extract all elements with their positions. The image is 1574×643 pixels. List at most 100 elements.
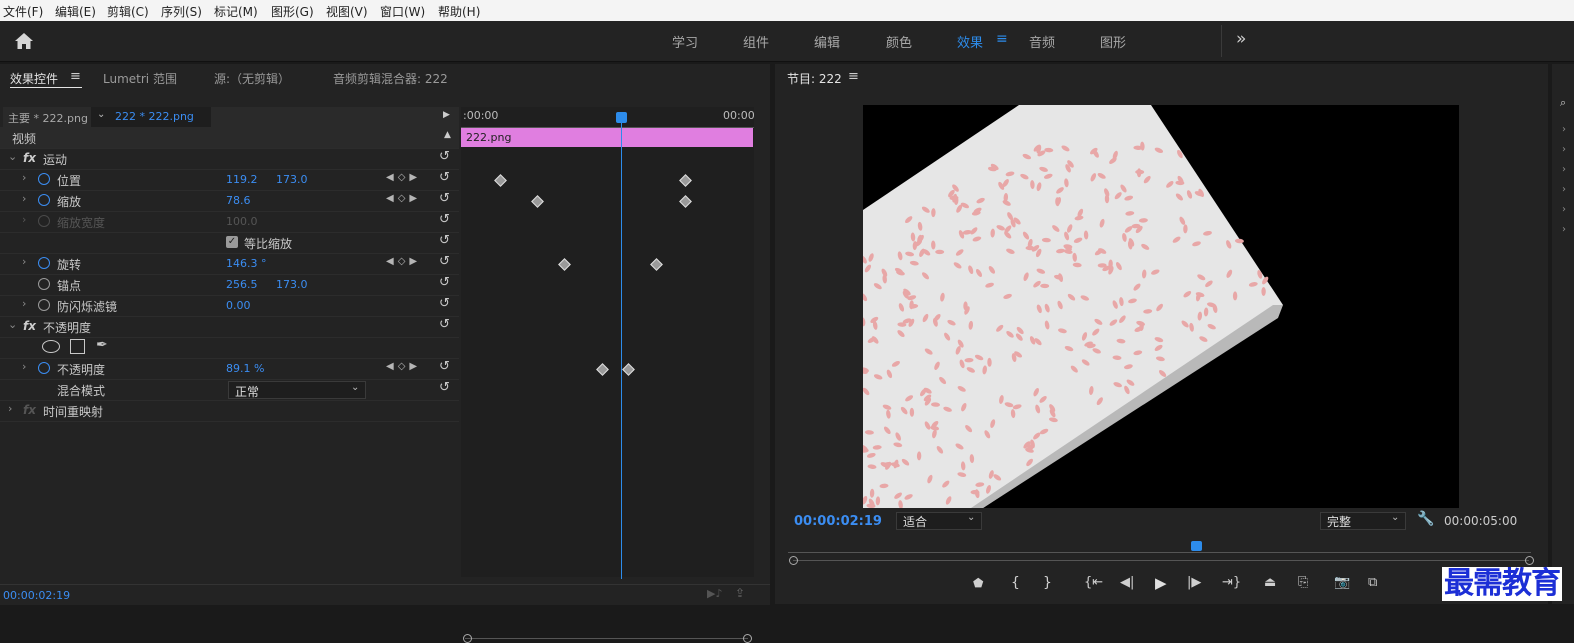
menu-file[interactable]: 文件(F) xyxy=(3,3,43,20)
workspace-audio[interactable]: 音频 xyxy=(1029,32,1055,51)
keyframe-diamond[interactable] xyxy=(494,174,507,187)
zoom-handle-left[interactable] xyxy=(789,556,798,565)
reset-icon[interactable]: ↺ xyxy=(439,275,450,290)
lift-icon[interactable]: ⏏ xyxy=(1264,575,1276,590)
tab-source[interactable]: 源:（无剪辑） xyxy=(214,70,290,87)
antiflicker-value[interactable]: 0.00 xyxy=(226,299,251,312)
quality-select[interactable]: 完整 ⌄ xyxy=(1320,512,1406,530)
program-playhead[interactable] xyxy=(1191,541,1202,551)
workspace-assembly[interactable]: 组件 xyxy=(743,32,769,51)
video-preview[interactable] xyxy=(863,105,1459,508)
panel-menu-icon[interactable]: ≡ xyxy=(70,69,81,84)
chevron-down-icon[interactable]: ⌄ xyxy=(8,318,17,331)
chevron-right-icon[interactable]: › xyxy=(1562,164,1566,175)
scroll-handle-right[interactable] xyxy=(743,634,752,643)
clip-selector[interactable]: ⌄ 222 * 222.png xyxy=(91,107,211,127)
zoom-bar[interactable] xyxy=(793,560,1529,561)
blend-mode-select[interactable]: 正常 ⌄ xyxy=(228,381,366,399)
menu-graphics[interactable]: 图形(G) xyxy=(271,3,314,20)
keyframe-diamond[interactable] xyxy=(650,258,663,271)
rotation-value[interactable]: 146.3 ° xyxy=(226,257,267,270)
pen-mask-icon[interactable]: ✒ xyxy=(96,337,108,353)
step-back-icon[interactable]: ◀| xyxy=(1120,575,1134,590)
go-to-in-icon[interactable]: {⇤ xyxy=(1084,575,1103,590)
position-y-value[interactable]: 173.0 xyxy=(276,173,308,186)
chevron-right-icon[interactable]: › xyxy=(8,402,12,415)
workspace-learn[interactable]: 学习 xyxy=(672,32,698,51)
keyframe-navigator[interactable]: ◀◇▶ xyxy=(386,172,421,183)
comparison-view-icon[interactable]: ⧉ xyxy=(1368,575,1377,590)
home-icon[interactable] xyxy=(14,32,34,50)
anchor-x-value[interactable]: 256.5 xyxy=(226,278,258,291)
collapse-up-icon[interactable]: ▲ xyxy=(444,130,451,140)
overflow-chevron-icon[interactable]: » xyxy=(1236,29,1246,49)
chevron-right-icon[interactable]: › xyxy=(1562,224,1566,235)
chevron-right-icon[interactable]: › xyxy=(22,255,26,268)
reset-icon[interactable]: ↺ xyxy=(439,170,450,185)
motion-effect-row[interactable]: ⌄ fx 运动 ↺ xyxy=(0,148,459,170)
menu-edit[interactable]: 编辑(E) xyxy=(55,3,96,20)
fx-icon[interactable]: fx xyxy=(23,151,36,165)
menu-clip[interactable]: 剪辑(C) xyxy=(107,3,149,20)
panel-menu-icon[interactable]: ≡ xyxy=(848,69,859,84)
ellipse-mask-icon[interactable] xyxy=(42,340,60,353)
chevron-right-icon[interactable]: › xyxy=(22,297,26,310)
scroll-handle-left[interactable] xyxy=(463,634,472,643)
menu-window[interactable]: 窗口(W) xyxy=(380,3,425,20)
chevron-right-icon[interactable]: › xyxy=(22,360,26,373)
stopwatch-icon[interactable] xyxy=(38,194,50,206)
position-x-value[interactable]: 119.2 xyxy=(226,173,258,186)
keyframe-diamond[interactable] xyxy=(679,174,692,187)
keyframe-diamond[interactable] xyxy=(558,258,571,271)
reset-icon[interactable]: ↺ xyxy=(439,380,450,395)
uniform-scale-checkbox[interactable]: ✓ xyxy=(226,236,238,248)
menu-sequence[interactable]: 序列(S) xyxy=(161,3,202,20)
menu-view[interactable]: 视图(V) xyxy=(326,3,368,20)
play-only-clip-icon[interactable]: ▶ xyxy=(443,110,450,120)
wrench-icon[interactable]: 🔧 xyxy=(1417,511,1434,527)
reset-icon[interactable]: ↺ xyxy=(439,317,450,332)
scale-value[interactable]: 78.6 xyxy=(226,194,251,207)
reset-icon[interactable]: ↺ xyxy=(439,233,450,248)
step-forward-icon[interactable]: |▶ xyxy=(1187,575,1201,590)
mark-out-icon[interactable]: } xyxy=(1043,575,1052,591)
time-remap-row[interactable]: › fx 时间重映射 xyxy=(0,400,459,422)
workspace-effects[interactable]: 效果 xyxy=(957,32,983,51)
chevron-right-icon[interactable]: › xyxy=(1562,204,1566,215)
reset-icon[interactable]: ↺ xyxy=(439,149,450,164)
zoom-handle-right[interactable] xyxy=(1525,556,1534,565)
opacity-effect-row[interactable]: ⌄ fx 不透明度 ↺ xyxy=(0,316,459,338)
stopwatch-icon[interactable] xyxy=(38,257,50,269)
program-timecode[interactable]: 00:00:02:19 xyxy=(794,514,882,529)
keyframe-diamond[interactable] xyxy=(622,363,635,376)
workspace-graphics[interactable]: 图形 xyxy=(1100,32,1126,51)
keyframe-diamond[interactable] xyxy=(531,195,544,208)
rectangle-mask-icon[interactable] xyxy=(70,339,85,354)
stopwatch-icon[interactable] xyxy=(38,299,50,311)
keyframe-navigator[interactable]: ◀◇▶ xyxy=(386,193,421,204)
reset-icon[interactable]: ↺ xyxy=(439,254,450,269)
workspace-menu-icon[interactable]: ≡ xyxy=(996,31,1008,47)
effect-timeline[interactable]: :00:00 00:00 222.png xyxy=(461,107,755,643)
stopwatch-icon[interactable] xyxy=(38,173,50,185)
menu-marker[interactable]: 标记(M) xyxy=(214,3,258,20)
current-time[interactable]: 00:00:02:19 xyxy=(3,589,70,602)
mark-in-icon[interactable]: { xyxy=(1011,575,1020,591)
tab-lumetri-scopes[interactable]: Lumetri 范围 xyxy=(103,70,177,87)
add-marker-icon[interactable]: ⬟ xyxy=(973,576,983,590)
clip-bar[interactable]: 222.png xyxy=(461,128,753,147)
chevron-right-icon[interactable]: › xyxy=(22,192,26,205)
extract-icon[interactable]: ⎘ xyxy=(1298,575,1308,590)
opacity-value[interactable]: 89.1 % xyxy=(226,362,264,375)
timeline-scrollbar[interactable] xyxy=(465,638,748,639)
stopwatch-icon[interactable] xyxy=(38,278,50,290)
tab-audio-clip-mixer[interactable]: 音频剪辑混合器: 222 xyxy=(333,70,448,87)
workspace-color[interactable]: 颜色 xyxy=(886,32,912,51)
fit-select[interactable]: 适合 ⌄ xyxy=(896,512,982,530)
workspace-editing[interactable]: 编辑 xyxy=(814,32,840,51)
chevron-down-icon[interactable]: ⌄ xyxy=(8,150,17,163)
program-monitor-title[interactable]: 节目: 222 xyxy=(787,70,842,87)
go-to-out-icon[interactable]: ⇥} xyxy=(1222,575,1241,590)
reset-icon[interactable]: ↺ xyxy=(439,296,450,311)
camera-icon[interactable]: 📷 xyxy=(1334,575,1350,590)
